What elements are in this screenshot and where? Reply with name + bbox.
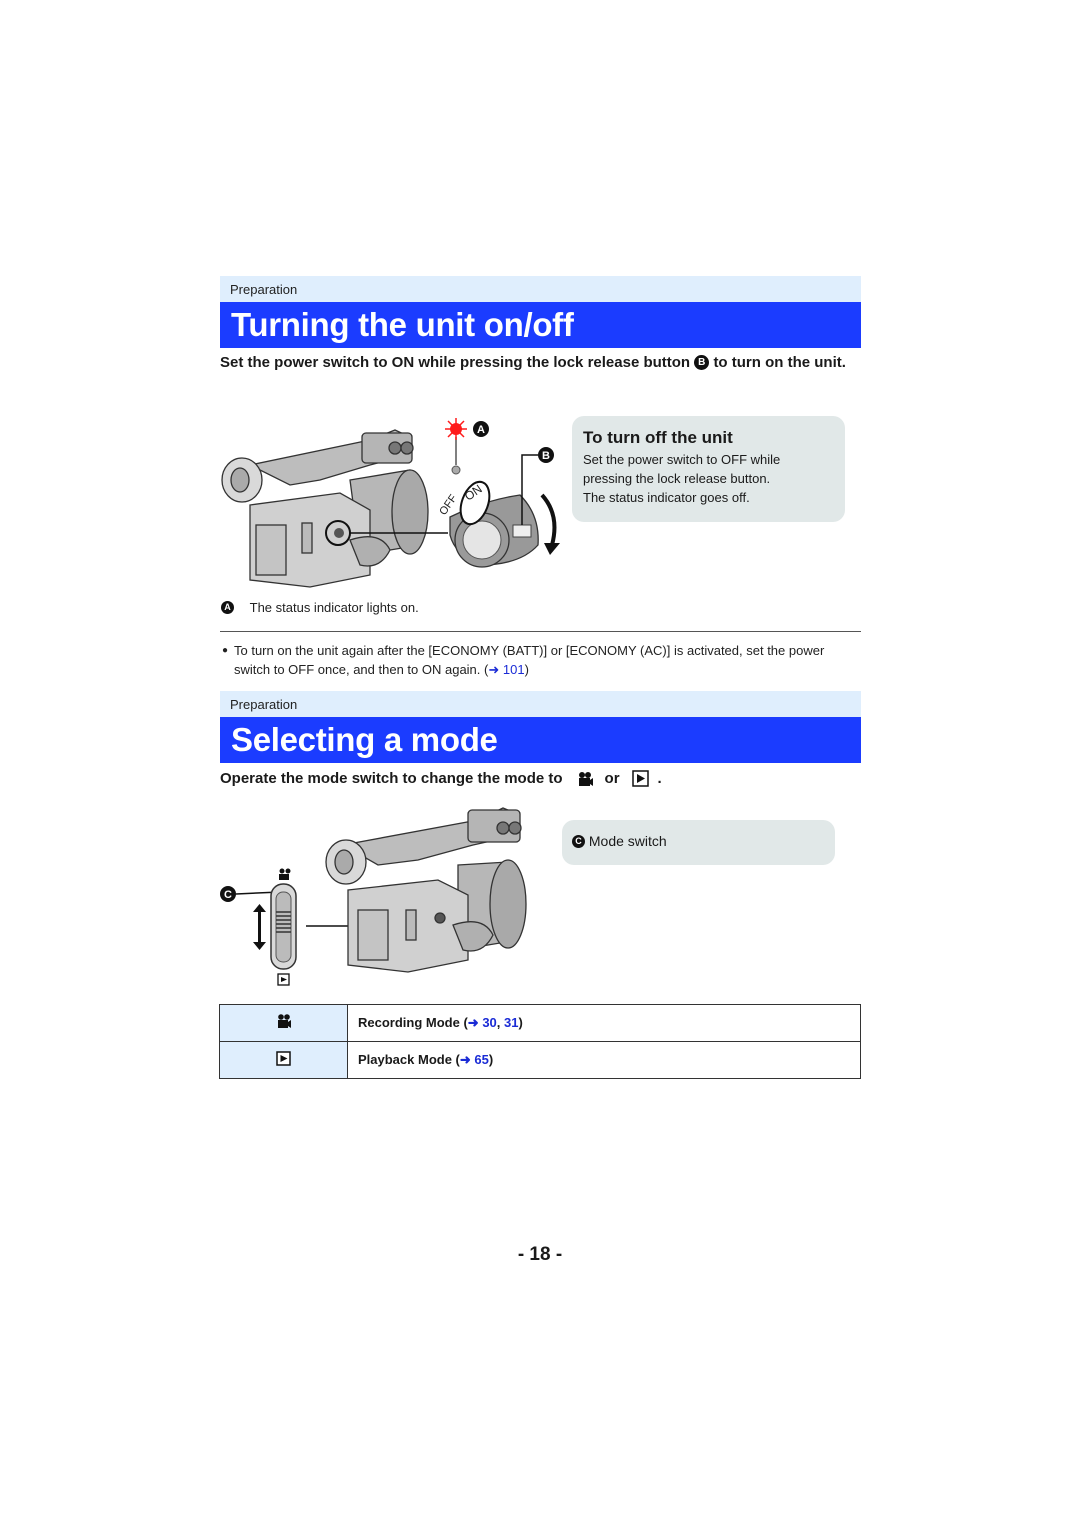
page-link-101[interactable]: 101 bbox=[503, 662, 525, 677]
instruction-part-1: Set the power switch to ON while pressin… bbox=[220, 354, 691, 371]
camcorder-illustration: ON OFF A B bbox=[221, 418, 560, 588]
movie-camera-icon bbox=[277, 1014, 291, 1029]
play-icon bbox=[277, 973, 290, 986]
caption-text: The status indicator lights on. bbox=[249, 600, 419, 615]
section-title: Selecting a mode bbox=[220, 717, 861, 763]
table-row: Recording Mode (➜ 30, 31) bbox=[219, 1004, 861, 1042]
economy-note: ● To turn on the unit again after the [E… bbox=[220, 641, 861, 679]
mode-switch-figure: C bbox=[218, 800, 548, 995]
movie-camera-icon bbox=[577, 771, 593, 787]
mode-label: Playback Mode ( bbox=[358, 1052, 460, 1067]
page-number: - 18 - bbox=[517, 1244, 563, 1265]
page-link-31[interactable]: 31 bbox=[504, 1015, 518, 1030]
callout-line: The status indicator goes off. bbox=[583, 490, 750, 505]
label-close: ) bbox=[518, 1015, 523, 1030]
page-ref-arrow: ➜ bbox=[459, 1052, 471, 1067]
power-switch-figure: ON OFF A B bbox=[220, 415, 570, 590]
section-title: Turning the unit on/off bbox=[220, 302, 861, 348]
marker-c-badge: C bbox=[220, 886, 236, 902]
marker-a-caption-badge: A bbox=[221, 601, 234, 615]
double-arrow-icon bbox=[253, 904, 266, 950]
instruction-or: or bbox=[604, 770, 620, 787]
bullet: ● bbox=[222, 645, 229, 656]
camcorder-illustration: C bbox=[220, 807, 527, 986]
page-link-30[interactable]: 30 bbox=[482, 1015, 496, 1030]
camcorder-icon bbox=[325, 807, 527, 973]
table-icon-cell bbox=[219, 1004, 348, 1042]
divider bbox=[220, 631, 861, 632]
page-ref-arrow: ➜ bbox=[488, 662, 500, 677]
note-text: To turn on the unit again after the [ECO… bbox=[234, 643, 825, 677]
instruction-part-2: to turn on the unit. bbox=[713, 354, 846, 371]
category-label: Preparation bbox=[220, 691, 861, 717]
marker-c-callout-badge: C bbox=[572, 834, 585, 848]
table-icon-cell bbox=[219, 1041, 348, 1079]
instruction-end: . bbox=[657, 770, 662, 787]
marker-b-badge: B bbox=[694, 354, 710, 370]
label-close: ) bbox=[488, 1052, 494, 1067]
callout-line: Set the power switch to OFF while bbox=[583, 452, 781, 467]
svg-text:C: C bbox=[224, 889, 232, 901]
instruction-part-1: Operate the mode switch to change the mo… bbox=[220, 770, 563, 787]
category-label: Preparation bbox=[220, 276, 861, 302]
mode-label: Recording Mode ( bbox=[358, 1015, 468, 1030]
table-row: Playback Mode (➜ 65) bbox=[219, 1041, 861, 1079]
marker-b-figure-badge: B bbox=[538, 447, 554, 463]
marker-a-badge: A bbox=[473, 421, 489, 437]
page-ref-arrow: ➜ bbox=[467, 1015, 479, 1030]
movie-camera-icon bbox=[279, 868, 291, 880]
turn-off-callout: To turn off the unit Set the power switc… bbox=[572, 416, 845, 522]
page-link-65[interactable]: 65 bbox=[474, 1052, 488, 1067]
table-label-cell: Recording Mode (➜ 30, 31) bbox=[347, 1004, 861, 1042]
camcorder-icon bbox=[221, 429, 429, 588]
callout-text: Mode switch bbox=[588, 833, 667, 849]
instruction-text: Operate the mode switch to change the mo… bbox=[220, 768, 861, 789]
instruction-text: Set the power switch to ON while pressin… bbox=[220, 352, 861, 373]
power-switch-closeup-icon: ON OFF bbox=[437, 418, 560, 568]
callout-title: To turn off the unit bbox=[583, 428, 733, 447]
play-icon bbox=[276, 1051, 291, 1066]
callout-line: pressing the lock release button. bbox=[583, 471, 771, 486]
mode-switch-callout: C Mode switch bbox=[562, 820, 835, 865]
mode-table: Recording Mode (➜ 30, 31) Playback Mode … bbox=[219, 1004, 861, 1079]
table-label-cell: Playback Mode (➜ 65) bbox=[347, 1041, 861, 1079]
svg-text:B: B bbox=[542, 450, 550, 462]
status-indicator-lit-icon bbox=[445, 418, 467, 440]
play-icon bbox=[631, 770, 649, 787]
mode-switch-icon bbox=[270, 883, 297, 970]
figure-caption: A The status indicator lights on. bbox=[221, 600, 419, 615]
note-close: ) bbox=[524, 662, 529, 677]
svg-text:A: A bbox=[477, 424, 485, 436]
